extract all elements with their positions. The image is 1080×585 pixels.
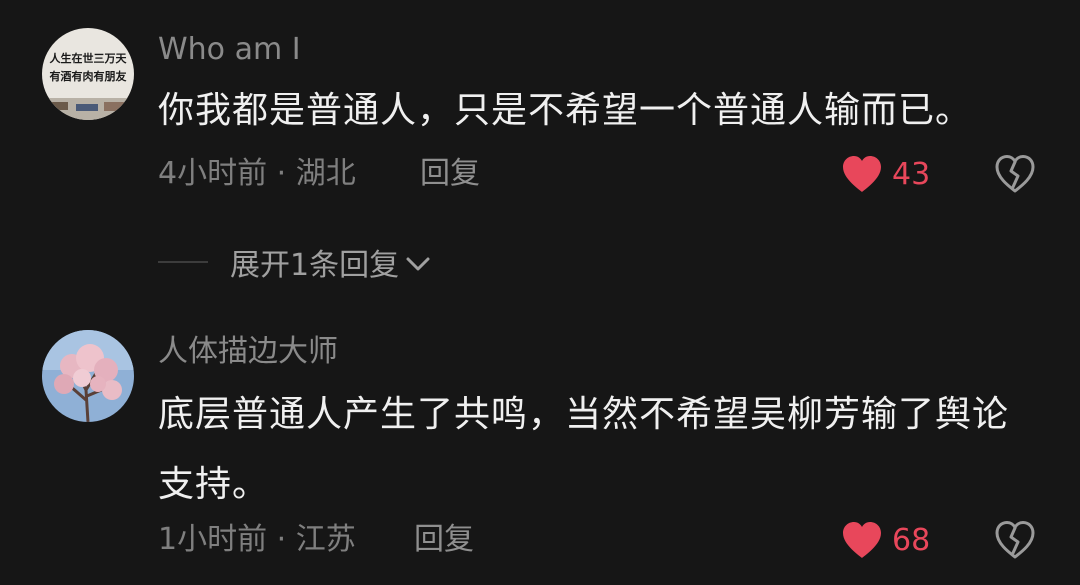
avatar-text-line-1: 人生在世三万天 (50, 51, 128, 65)
blossom-tree-avatar (42, 330, 134, 422)
avatar[interactable] (42, 330, 134, 422)
comment-username[interactable]: Who am I (158, 32, 301, 68)
expand-replies-label: 展开1条回复 (230, 248, 400, 283)
broken-heart-icon (995, 155, 1035, 193)
like-button[interactable]: 68 (840, 518, 930, 562)
comment-text: 底层普通人产生了共鸣，当然不希望吴柳芳输了舆论支持。 (158, 394, 1010, 505)
avatar[interactable]: 人生在世三万天 有酒有肉有朋友 (42, 28, 134, 120)
heart-filled-icon (843, 156, 881, 192)
reply-button[interactable]: 回复 (414, 522, 474, 558)
comment-text: 你我都是普通人，只是不希望一个普通人输而已。 (158, 90, 973, 131)
chevron-down-icon (406, 257, 430, 271)
comment-meta: 1小时前 · 江苏 (158, 522, 356, 557)
reply-button[interactable]: 回复 (420, 156, 480, 192)
expand-replies-button[interactable]: 展开1条回复 (158, 240, 431, 284)
comment-meta: 4小时前 · 湖北 (158, 156, 356, 191)
comment-item: 人体描边大师 底层普通人产生了共鸣，当然不希望吴柳芳输了舆论支持。 1小时前 ·… (0, 310, 1080, 585)
dislike-button[interactable] (994, 154, 1036, 194)
comment-item: 人生在世三万天 有酒有肉有朋友 Who am I 你我都是普通人，只是不希望一个… (0, 0, 1080, 240)
comment-username[interactable]: 人体描边大师 (158, 334, 338, 370)
dislike-button[interactable] (994, 520, 1036, 560)
broken-heart-icon (995, 521, 1035, 559)
like-count: 68 (892, 522, 931, 558)
avatar-text-line-2: 有酒有肉有朋友 (50, 69, 127, 83)
heart-filled-icon (843, 522, 881, 558)
expand-divider-line (158, 261, 208, 263)
handwritten-text-avatar: 人生在世三万天 有酒有肉有朋友 (42, 28, 134, 120)
like-count: 43 (892, 156, 931, 192)
like-button[interactable]: 43 (840, 152, 930, 196)
